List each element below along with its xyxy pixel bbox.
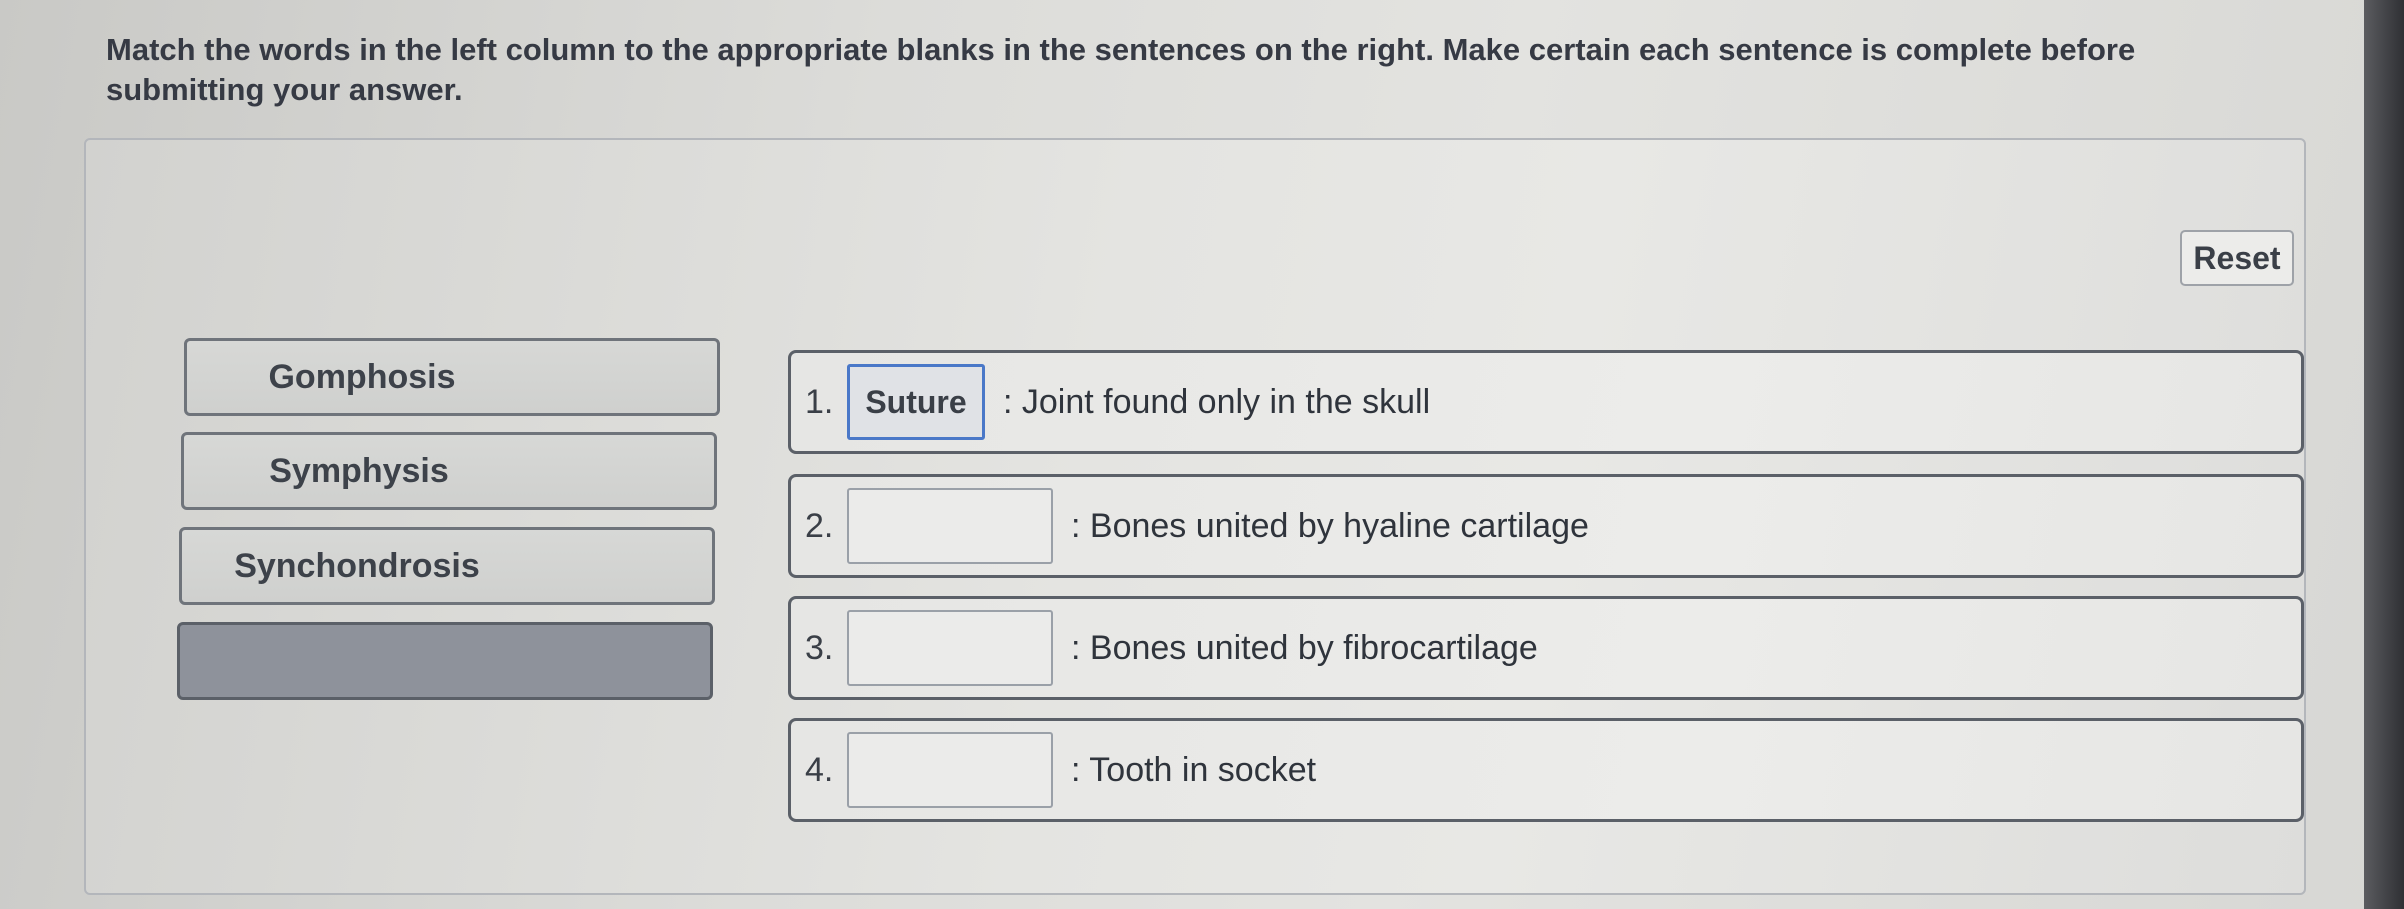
word-tile-empty-slot[interactable] — [177, 622, 713, 700]
answer-drop-zone-2[interactable] — [847, 488, 1053, 564]
sentence-number: 2. — [805, 506, 834, 545]
sentence-text: : Bones united by hyaline cartilage — [1071, 506, 1589, 545]
sentence-number: 1. — [805, 382, 834, 421]
word-tile-label: Synchondrosis — [234, 546, 480, 585]
reset-button[interactable]: Reset — [2180, 230, 2294, 286]
answer-drop-zone-4[interactable] — [847, 732, 1053, 808]
sentence-text: : Bones united by fibrocartilage — [1071, 628, 1538, 667]
instructions-text: Match the words in the left column to th… — [106, 32, 2136, 107]
answer-drop-zone-3[interactable] — [847, 610, 1053, 686]
answer-drop-zone-1[interactable]: Suture — [847, 364, 985, 440]
sentence-text: : Joint found only in the skull — [1003, 382, 1431, 421]
sentence-row-3: 3. : Bones united by fibrocartilage — [788, 596, 2304, 700]
sentence-number: 3. — [805, 628, 834, 667]
word-tile-symphysis[interactable]: Symphysis — [181, 432, 717, 510]
word-tile-label: Gomphosis — [268, 357, 456, 396]
word-tile-label: Symphysis — [269, 451, 449, 490]
word-tile-gomphosis[interactable]: Gomphosis — [184, 338, 720, 416]
screen-edge — [2364, 0, 2404, 909]
sentence-text: : Tooth in socket — [1071, 750, 1317, 789]
word-tile-synchondrosis[interactable]: Synchondrosis — [179, 527, 715, 605]
sentence-row-4: 4. : Tooth in socket — [788, 718, 2304, 822]
sentence-number: 4. — [805, 750, 834, 789]
sentence-row-2: 2. : Bones united by hyaline cartilage — [788, 474, 2304, 578]
sentence-row-1: 1. Suture : Joint found only in the skul… — [788, 350, 2304, 454]
